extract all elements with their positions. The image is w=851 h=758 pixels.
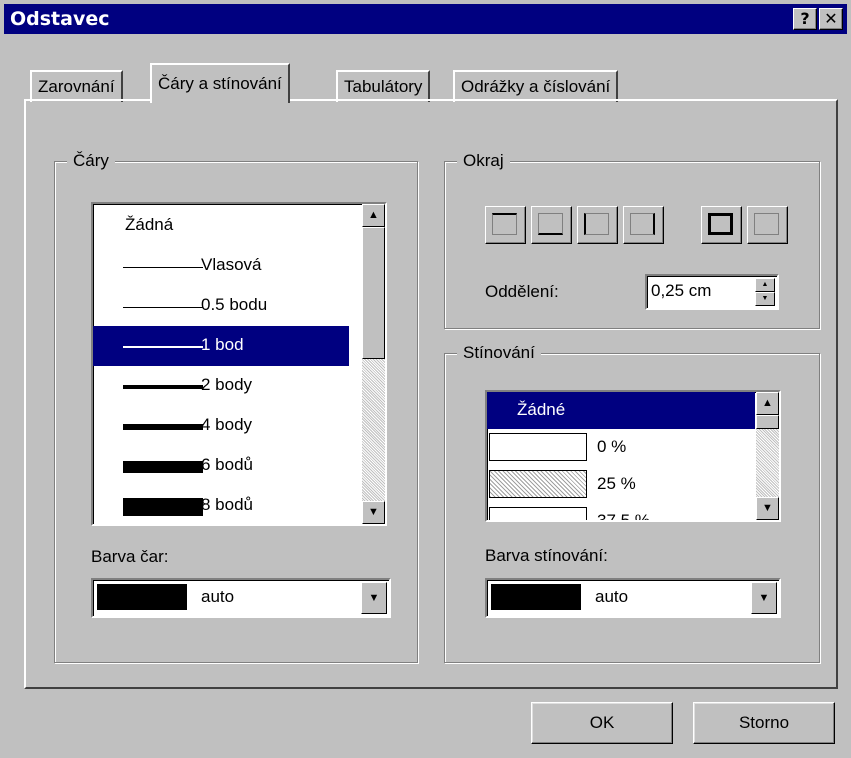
border-top-button[interactable] [485, 206, 526, 244]
scroll-down-icon[interactable]: ▼ [756, 497, 779, 520]
tab-zarovnani[interactable]: Zarovnání [30, 70, 123, 102]
line-color-dropdown[interactable]: auto ▼ [91, 578, 391, 618]
spacing-value: 0,25 cm [651, 281, 712, 300]
line-style-item[interactable]: 4 body [93, 406, 349, 446]
line-sample [123, 307, 203, 308]
shading-item[interactable]: 25 % [487, 466, 755, 503]
shading-label: 0 % [597, 437, 627, 456]
scroll-down-icon[interactable]: ▼ [362, 501, 385, 524]
shading-group: Stínování Žádné 0 % 25 % 37,5 % ▲ ▼ Barva s… [444, 343, 820, 663]
shading-color-label: Barva stínování: [485, 546, 608, 565]
line-style-label: 2 body [201, 375, 253, 394]
line-sample [123, 461, 203, 473]
line-color-swatch [97, 584, 187, 610]
shading-label: 37,5 % [597, 511, 650, 522]
spacing-input[interactable]: 0,25 cm ▲ ▼ [645, 274, 779, 310]
shading-swatch [489, 433, 587, 461]
shading-label: 25 % [597, 474, 636, 493]
shading-list[interactable]: Žádné 0 % 25 % 37,5 % ▲ ▼ [485, 390, 781, 522]
border-left-button[interactable] [577, 206, 618, 244]
border-bottom-button[interactable] [531, 206, 572, 244]
lines-group: Čáry Žádná Vlasová 0.5 bodu 1 bod 2 body 4 bo… [54, 151, 418, 663]
line-style-label: 1 bod [201, 335, 244, 354]
shading-label: Žádné [517, 400, 566, 419]
chevron-down-icon[interactable]: ▼ [751, 582, 777, 614]
line-sample [123, 346, 203, 348]
shading-swatch [489, 507, 587, 520]
shading-color-dropdown[interactable]: auto ▼ [485, 578, 781, 618]
line-list-scrollbar[interactable]: ▲ ▼ [362, 204, 385, 524]
border-box-button[interactable] [701, 206, 742, 244]
line-style-label: 0.5 bodu [201, 295, 268, 314]
line-style-item[interactable]: Žádná [93, 206, 349, 246]
line-style-label: 6 bodů [201, 455, 253, 474]
paragraph-dialog: Odstavec ? ✕ Zarovnání Čáry a stínování … [0, 0, 851, 758]
shading-list-scrollbar[interactable]: ▲ ▼ [756, 392, 779, 520]
scroll-thumb[interactable] [756, 415, 779, 429]
chevron-down-icon[interactable]: ▼ [361, 582, 387, 614]
tab-tabulatory[interactable]: Tabulátory [336, 70, 431, 102]
shading-item[interactable]: Žádné [487, 392, 755, 429]
line-sample [123, 385, 203, 389]
border-group: Okraj Oddělení: 0,25 cm ▲ ▼ [444, 151, 820, 329]
tab-panel: Čáry Žádná Vlasová 0.5 bodu 1 bod 2 body 4 bo… [24, 99, 838, 689]
line-color-value: auto [201, 587, 235, 606]
line-style-label: 4 body [201, 415, 253, 434]
line-style-list[interactable]: Žádná Vlasová 0.5 bodu 1 bod 2 body 4 body 6 b… [91, 202, 387, 526]
line-style-item[interactable]: 2 body [93, 366, 349, 406]
shading-group-title: Stínování [457, 343, 541, 363]
shading-item[interactable]: 0 % [487, 429, 755, 466]
line-style-item[interactable]: Vlasová [93, 246, 349, 286]
border-right-button[interactable] [623, 206, 664, 244]
border-none-button[interactable] [747, 206, 788, 244]
shading-item[interactable]: 37,5 % [487, 503, 755, 522]
spacing-stepper[interactable]: ▲ ▼ [755, 278, 775, 306]
line-sample [123, 498, 203, 516]
close-button[interactable]: ✕ [819, 8, 843, 30]
tab-odrazky-a-cislovani[interactable]: Odrážky a číslování [453, 70, 619, 102]
ok-button[interactable]: OK [531, 702, 673, 744]
line-color-label: Barva čar: [91, 547, 169, 566]
help-button[interactable]: ? [793, 8, 817, 30]
line-style-item[interactable]: 8 bodů [93, 486, 349, 524]
title-bar: Odstavec ? ✕ [4, 4, 847, 34]
lines-group-title: Čáry [67, 151, 115, 171]
line-style-item[interactable]: 1 bod [93, 326, 349, 366]
cancel-button[interactable]: Storno [693, 702, 835, 744]
line-style-item[interactable]: 6 bodů [93, 446, 349, 486]
stepper-up-icon[interactable]: ▲ [755, 278, 775, 292]
line-style-label: 8 bodů [201, 495, 253, 514]
shading-color-value: auto [595, 587, 629, 606]
dialog-title: Odstavec [10, 8, 110, 30]
shading-swatch [489, 470, 587, 498]
line-sample [123, 424, 203, 430]
line-style-label: Vlasová [201, 255, 262, 274]
line-style-item[interactable]: 0.5 bodu [93, 286, 349, 326]
spacing-label: Oddělení: [485, 282, 559, 301]
stepper-down-icon[interactable]: ▼ [755, 292, 775, 306]
scroll-up-icon[interactable]: ▲ [362, 204, 385, 227]
tab-cary-a-stinovani[interactable]: Čáry a stínování [150, 63, 290, 103]
scroll-up-icon[interactable]: ▲ [756, 392, 779, 415]
shading-color-swatch [491, 584, 581, 610]
border-group-title: Okraj [457, 151, 510, 171]
line-sample [123, 267, 203, 268]
scroll-thumb[interactable] [362, 227, 385, 359]
line-style-label: Žádná [125, 215, 174, 234]
